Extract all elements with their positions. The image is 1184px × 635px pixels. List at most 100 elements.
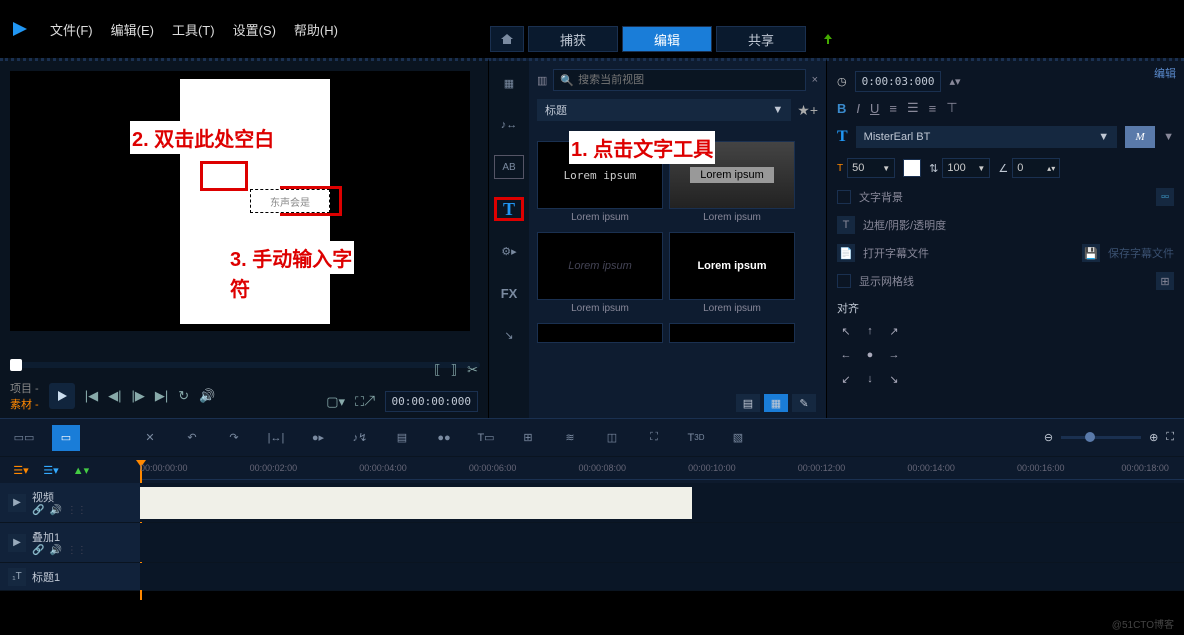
video-clip[interactable] bbox=[140, 487, 692, 519]
menu-tools[interactable]: 工具(T) bbox=[172, 20, 215, 39]
fullscreen-icon[interactable]: ⛶↗ bbox=[355, 394, 375, 410]
preview-mode-label[interactable]: 项目 - 素材 - bbox=[10, 380, 39, 412]
font-preview[interactable]: M bbox=[1125, 126, 1155, 148]
align-br[interactable]: ↘ bbox=[885, 370, 903, 388]
mark-out-icon[interactable]: ⟧ bbox=[451, 362, 457, 378]
drag-icon[interactable]: ⋮⋮ bbox=[67, 545, 87, 556]
angle-input[interactable]: 0▴▾ bbox=[1012, 158, 1060, 178]
zoom-slider[interactable] bbox=[1061, 436, 1141, 439]
mosaic-icon[interactable]: ◫ bbox=[598, 425, 626, 451]
menu-file[interactable]: 文件(F) bbox=[50, 20, 93, 39]
video-track-icon[interactable]: ▶ bbox=[8, 494, 26, 512]
fit-timeline-icon[interactable]: ⛶ bbox=[1166, 431, 1174, 444]
subtitle-icon[interactable]: AB bbox=[494, 155, 524, 179]
menu-settings[interactable]: 设置(S) bbox=[233, 20, 276, 39]
title-preset-6[interactable] bbox=[669, 323, 795, 343]
props-tab-label[interactable]: 编辑 bbox=[1154, 65, 1176, 81]
pan-zoom-icon[interactable]: ⛶ bbox=[640, 425, 668, 451]
track-marker-icon[interactable]: ▲▾ bbox=[68, 461, 94, 479]
view-edit-icon[interactable]: ✎ bbox=[792, 394, 816, 412]
italic-button[interactable]: I bbox=[856, 101, 860, 116]
auto-music-icon[interactable]: ▤ bbox=[388, 425, 416, 451]
motion-tracking-icon[interactable]: ≋ bbox=[556, 425, 584, 451]
align-left-icon[interactable]: ≡ bbox=[889, 101, 897, 116]
mark-in-icon[interactable]: ⟦ bbox=[434, 362, 440, 378]
text-bg-checkbox[interactable] bbox=[837, 190, 851, 204]
favorite-add-icon[interactable]: ★+ bbox=[797, 102, 818, 119]
title-preset-4[interactable]: Lorem ipsum Lorem ipsum bbox=[669, 232, 795, 317]
font-size-input[interactable]: 50▼ bbox=[847, 158, 895, 178]
open-subtitle-label[interactable]: 打开字幕文件 bbox=[863, 245, 929, 261]
menu-edit[interactable]: 编辑(E) bbox=[111, 20, 154, 39]
loop-icon[interactable]: ↻ bbox=[178, 388, 189, 404]
tab-capture[interactable]: 捕获 bbox=[528, 26, 618, 52]
bold-button[interactable]: B bbox=[837, 101, 846, 116]
transition-icon[interactable]: ⚙▸ bbox=[494, 239, 524, 263]
timecode-display[interactable]: 00:00:00:000 bbox=[385, 391, 478, 412]
upload-icon[interactable] bbox=[818, 29, 838, 49]
tab-edit[interactable]: 编辑 bbox=[622, 26, 712, 52]
title-track-body[interactable] bbox=[140, 563, 1184, 590]
line-height-input[interactable]: 100▼ bbox=[942, 158, 990, 178]
align-tc[interactable]: ↑ bbox=[861, 322, 879, 340]
prev-frame-icon[interactable]: ◀| bbox=[108, 388, 121, 404]
title-preset-5[interactable] bbox=[537, 323, 663, 343]
timeline-view-icon[interactable]: ▭ bbox=[52, 425, 80, 451]
path-tool-icon[interactable]: ↘ bbox=[494, 323, 524, 347]
link-icon[interactable]: 🔗 bbox=[32, 505, 44, 516]
search-input[interactable] bbox=[578, 74, 798, 86]
goto-start-icon[interactable]: |◀ bbox=[85, 388, 98, 404]
border-shadow-label[interactable]: 边框/阴影/透明度 bbox=[863, 217, 946, 233]
home-button[interactable] bbox=[490, 26, 524, 52]
zoom-in-icon[interactable]: ⊕ bbox=[1149, 431, 1158, 444]
media-library-icon[interactable]: ▦ bbox=[494, 71, 524, 95]
drag-icon[interactable]: ⋮⋮ bbox=[67, 505, 87, 516]
goto-end-icon[interactable]: ▶| bbox=[155, 388, 168, 404]
scrubber-handle[interactable] bbox=[10, 359, 22, 371]
text-bg-settings-icon[interactable]: ▫▫ bbox=[1156, 188, 1174, 206]
timeline-ruler[interactable]: 00:00:00:00 00:00:02:00 00:00:04:00 00:0… bbox=[140, 460, 1184, 480]
next-frame-icon[interactable]: |▶ bbox=[131, 388, 144, 404]
play-button[interactable] bbox=[49, 383, 75, 409]
mute-icon[interactable]: 🔊 bbox=[49, 505, 61, 516]
align-ml[interactable]: ← bbox=[837, 346, 855, 364]
tab-share[interactable]: 共享 bbox=[716, 26, 806, 52]
align-bl[interactable]: ↙ bbox=[837, 370, 855, 388]
align-tr[interactable]: ↗ bbox=[885, 322, 903, 340]
ripple-icon[interactable]: |↔| bbox=[262, 425, 290, 451]
align-mr[interactable]: → bbox=[885, 346, 903, 364]
text-color-swatch[interactable] bbox=[903, 159, 921, 177]
lens-correction-icon[interactable]: ▧ bbox=[724, 425, 752, 451]
underline-button[interactable]: U bbox=[870, 101, 879, 116]
vertical-text-icon[interactable]: ⊤ bbox=[946, 100, 957, 116]
volume-icon[interactable]: 🔊 bbox=[199, 388, 215, 404]
split-clip-icon[interactable]: ✂ bbox=[467, 362, 478, 378]
record-icon[interactable]: ●▸ bbox=[304, 425, 332, 451]
text-input-cursor[interactable]: 东声会是 bbox=[250, 189, 330, 213]
preview-canvas[interactable]: 2. 双击此处空白 东声会是 3. 手动输入字 符 bbox=[10, 71, 470, 331]
undo-icon[interactable]: ↶ bbox=[178, 425, 206, 451]
view-grid-icon[interactable]: ▦ bbox=[764, 394, 788, 412]
align-mc[interactable]: ● bbox=[861, 346, 879, 364]
track-menu-icon[interactable]: ☰▾ bbox=[8, 461, 34, 479]
search-box[interactable]: 🔍 bbox=[553, 69, 805, 91]
align-right-icon[interactable]: ≡ bbox=[929, 101, 937, 116]
title-preset-3[interactable]: Lorem ipsum Lorem ipsum bbox=[537, 232, 663, 317]
device-icon[interactable]: ▢▾ bbox=[326, 394, 345, 410]
redo-icon[interactable]: ↷ bbox=[220, 425, 248, 451]
duration-display[interactable]: 0:00:03:000 bbox=[855, 71, 942, 92]
video-track-body[interactable] bbox=[140, 483, 1184, 522]
align-tl[interactable]: ↖ bbox=[837, 322, 855, 340]
mute-icon[interactable]: 🔊 bbox=[49, 545, 61, 556]
zoom-out-icon[interactable]: ⊖ bbox=[1044, 431, 1053, 444]
library-icon[interactable]: ▥ bbox=[537, 74, 547, 87]
view-list-icon[interactable]: ▤ bbox=[736, 394, 760, 412]
sound-mixer-icon[interactable]: ♪↔ bbox=[494, 113, 524, 137]
grid-settings-icon[interactable]: ⊞ bbox=[1156, 272, 1174, 290]
tools-icon[interactable]: ✕ bbox=[136, 425, 164, 451]
multi-trim-icon[interactable]: ●● bbox=[430, 425, 458, 451]
track-add-icon[interactable]: ☰▾ bbox=[38, 461, 64, 479]
text-tool-icon[interactable]: T bbox=[494, 197, 524, 221]
align-center-icon[interactable]: ☰ bbox=[907, 100, 919, 116]
menu-help[interactable]: 帮助(H) bbox=[294, 20, 338, 39]
